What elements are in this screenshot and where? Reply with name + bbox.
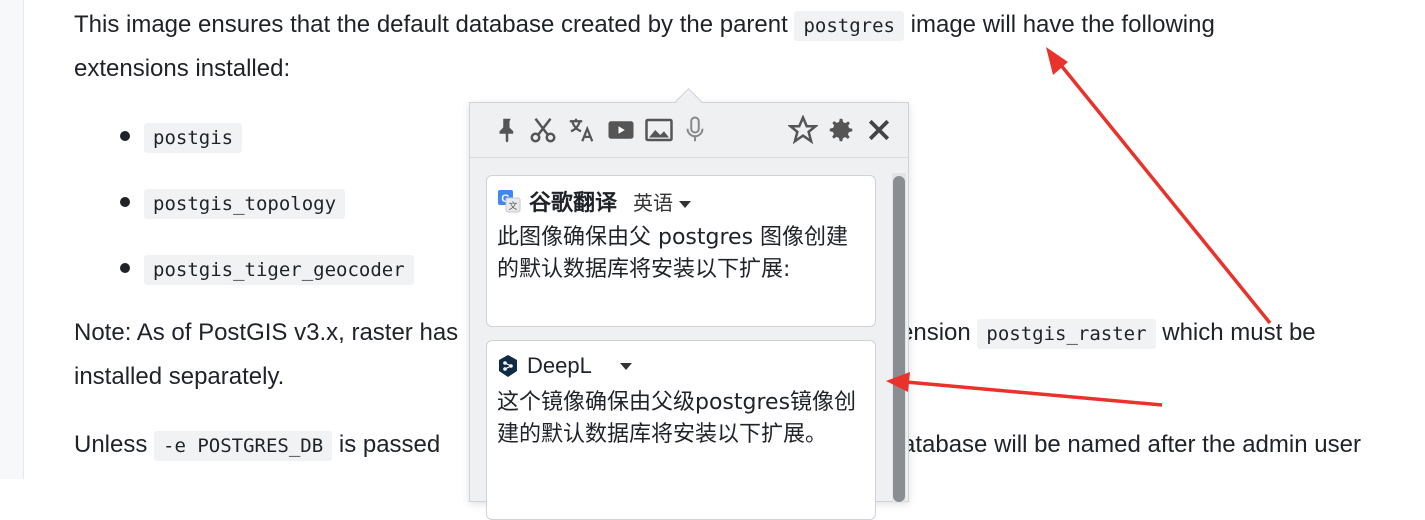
google-card-header: G 文 谷歌翻译 英语 <box>497 186 692 216</box>
deepl-card-header: DeepL <box>497 351 632 381</box>
google-engine-name: 谷歌翻译 <box>529 190 618 215</box>
extension-code: postgis_tiger_geocoder <box>144 255 414 285</box>
extension-code: postgis <box>144 123 243 153</box>
annotation-arrowhead <box>1046 47 1068 75</box>
extension-code: postgis_topology <box>144 189 346 219</box>
video-icon[interactable] <box>606 115 636 145</box>
deepl-options-dropdown[interactable] <box>614 355 632 378</box>
inline-code-postgres: postgres <box>794 11 904 41</box>
inline-code-postgis-raster: postgis_raster <box>977 319 1156 349</box>
note-text-cont: which must be <box>1162 319 1316 346</box>
note-text: ension <box>900 319 971 346</box>
list-item: postgis <box>144 115 243 160</box>
list-item: postgis_tiger_geocoder <box>144 247 414 292</box>
paragraph-note-line2: installed separately. <box>74 363 285 390</box>
paragraph-intro: This image ensures that the default data… <box>74 3 1215 48</box>
annotation-arrow-line <box>1058 62 1272 325</box>
source-language-select[interactable]: 英语 <box>633 187 692 216</box>
unless-text-cont: is passed <box>338 431 441 458</box>
left-gutter <box>0 0 24 479</box>
translate-icon[interactable] <box>566 115 596 145</box>
star-icon[interactable] <box>786 114 820 145</box>
paragraph-unless: Unless -e POSTGRES_DB is passed <box>74 423 440 468</box>
google-translation-text: 此图像确保由父 postgres 图像创建的默认数据库将安装以下扩展: <box>497 225 849 282</box>
bullet-dot <box>120 263 130 273</box>
chevron-down-icon <box>619 362 632 370</box>
intro-text: This image ensures that the default data… <box>74 11 788 38</box>
popup-scrollbar[interactable] <box>892 173 906 503</box>
google-translate-card: G 文 谷歌翻译 英语 此图像确保由父 postgres 图像创建的默认数据库将… <box>486 175 876 327</box>
list-item: postgis_topology <box>144 181 346 226</box>
deepl-engine-name: DeepL <box>527 353 592 378</box>
gear-icon[interactable] <box>826 115 856 145</box>
annotation-arrow-line <box>905 380 1163 407</box>
scissors-icon[interactable] <box>528 115 558 145</box>
bullet-dot <box>120 131 130 141</box>
paragraph-note: Note: As of PostGIS v3.x, raster has <box>74 319 459 346</box>
paragraph-intro-line2: extensions installed: <box>74 55 291 82</box>
unless-text: Unless <box>74 431 148 458</box>
inline-code-env: -e POSTGRES_DB <box>154 431 333 461</box>
image-icon[interactable] <box>644 115 674 145</box>
microphone-icon[interactable] <box>680 115 710 145</box>
source-language-label: 英语 <box>633 192 674 215</box>
bullet-dot <box>120 197 130 207</box>
google-translate-icon: G 文 <box>498 190 521 213</box>
deepl-logo-icon <box>499 355 517 377</box>
close-icon[interactable] <box>864 115 894 145</box>
svg-text:文: 文 <box>508 200 517 212</box>
paragraph-unless-right: atabase will be named after the admin us… <box>902 431 1361 458</box>
deepl-card: DeepL 这个镜像确保由父级postgres镜像创建的默认数据库将安装以下扩展… <box>486 340 876 520</box>
paragraph-note-right: ension postgis_raster which must be <box>900 311 1316 356</box>
deepl-translation-text: 这个镜像确保由父级postgres镜像创建的默认数据库将安装以下扩展。 <box>497 390 857 447</box>
chevron-down-icon <box>679 200 692 208</box>
scrollbar-thumb[interactable] <box>893 176 905 502</box>
intro-text-cont: image will have the following <box>910 11 1215 38</box>
translation-popup: G 文 谷歌翻译 英语 此图像确保由父 postgres 图像创建的默认数据库将… <box>469 102 909 520</box>
pin-icon[interactable] <box>492 115 522 145</box>
